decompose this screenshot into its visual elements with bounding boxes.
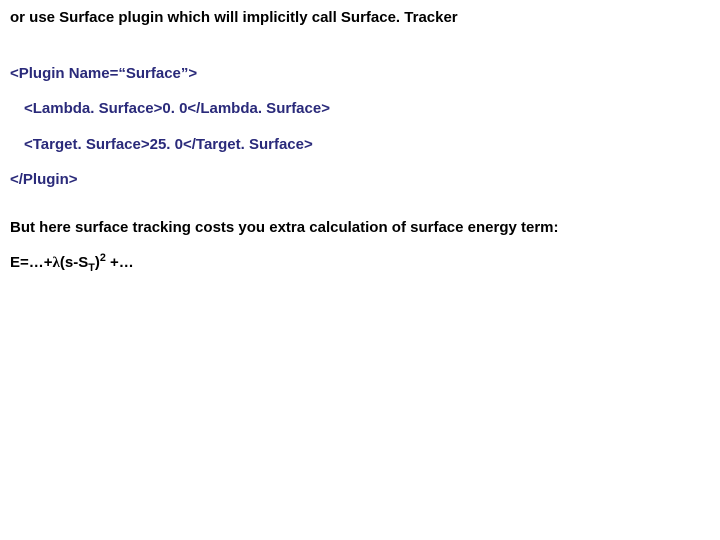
- xml-plugin-close: </Plugin>: [10, 170, 710, 190]
- formula-prefix: E=…+: [10, 254, 53, 271]
- xml-target-surface: <Target. Surface>25. 0</Target. Surface>: [10, 135, 710, 155]
- title-line: or use Surface plugin which will implici…: [10, 8, 710, 28]
- formula-suffix: +…: [106, 254, 134, 271]
- formula-line: E=…+λ(s-ST)2 +…: [10, 251, 710, 275]
- lambda-symbol: λ: [53, 255, 60, 271]
- note-line: But here surface tracking costs you extr…: [10, 218, 710, 238]
- xml-lambda-surface: <Lambda. Surface>0. 0</Lambda. Surface>: [10, 99, 710, 119]
- xml-plugin-open: <Plugin Name=“Surface”>: [10, 64, 710, 84]
- formula-subscript: T: [88, 262, 95, 274]
- formula-mid1: (s-S: [60, 254, 88, 271]
